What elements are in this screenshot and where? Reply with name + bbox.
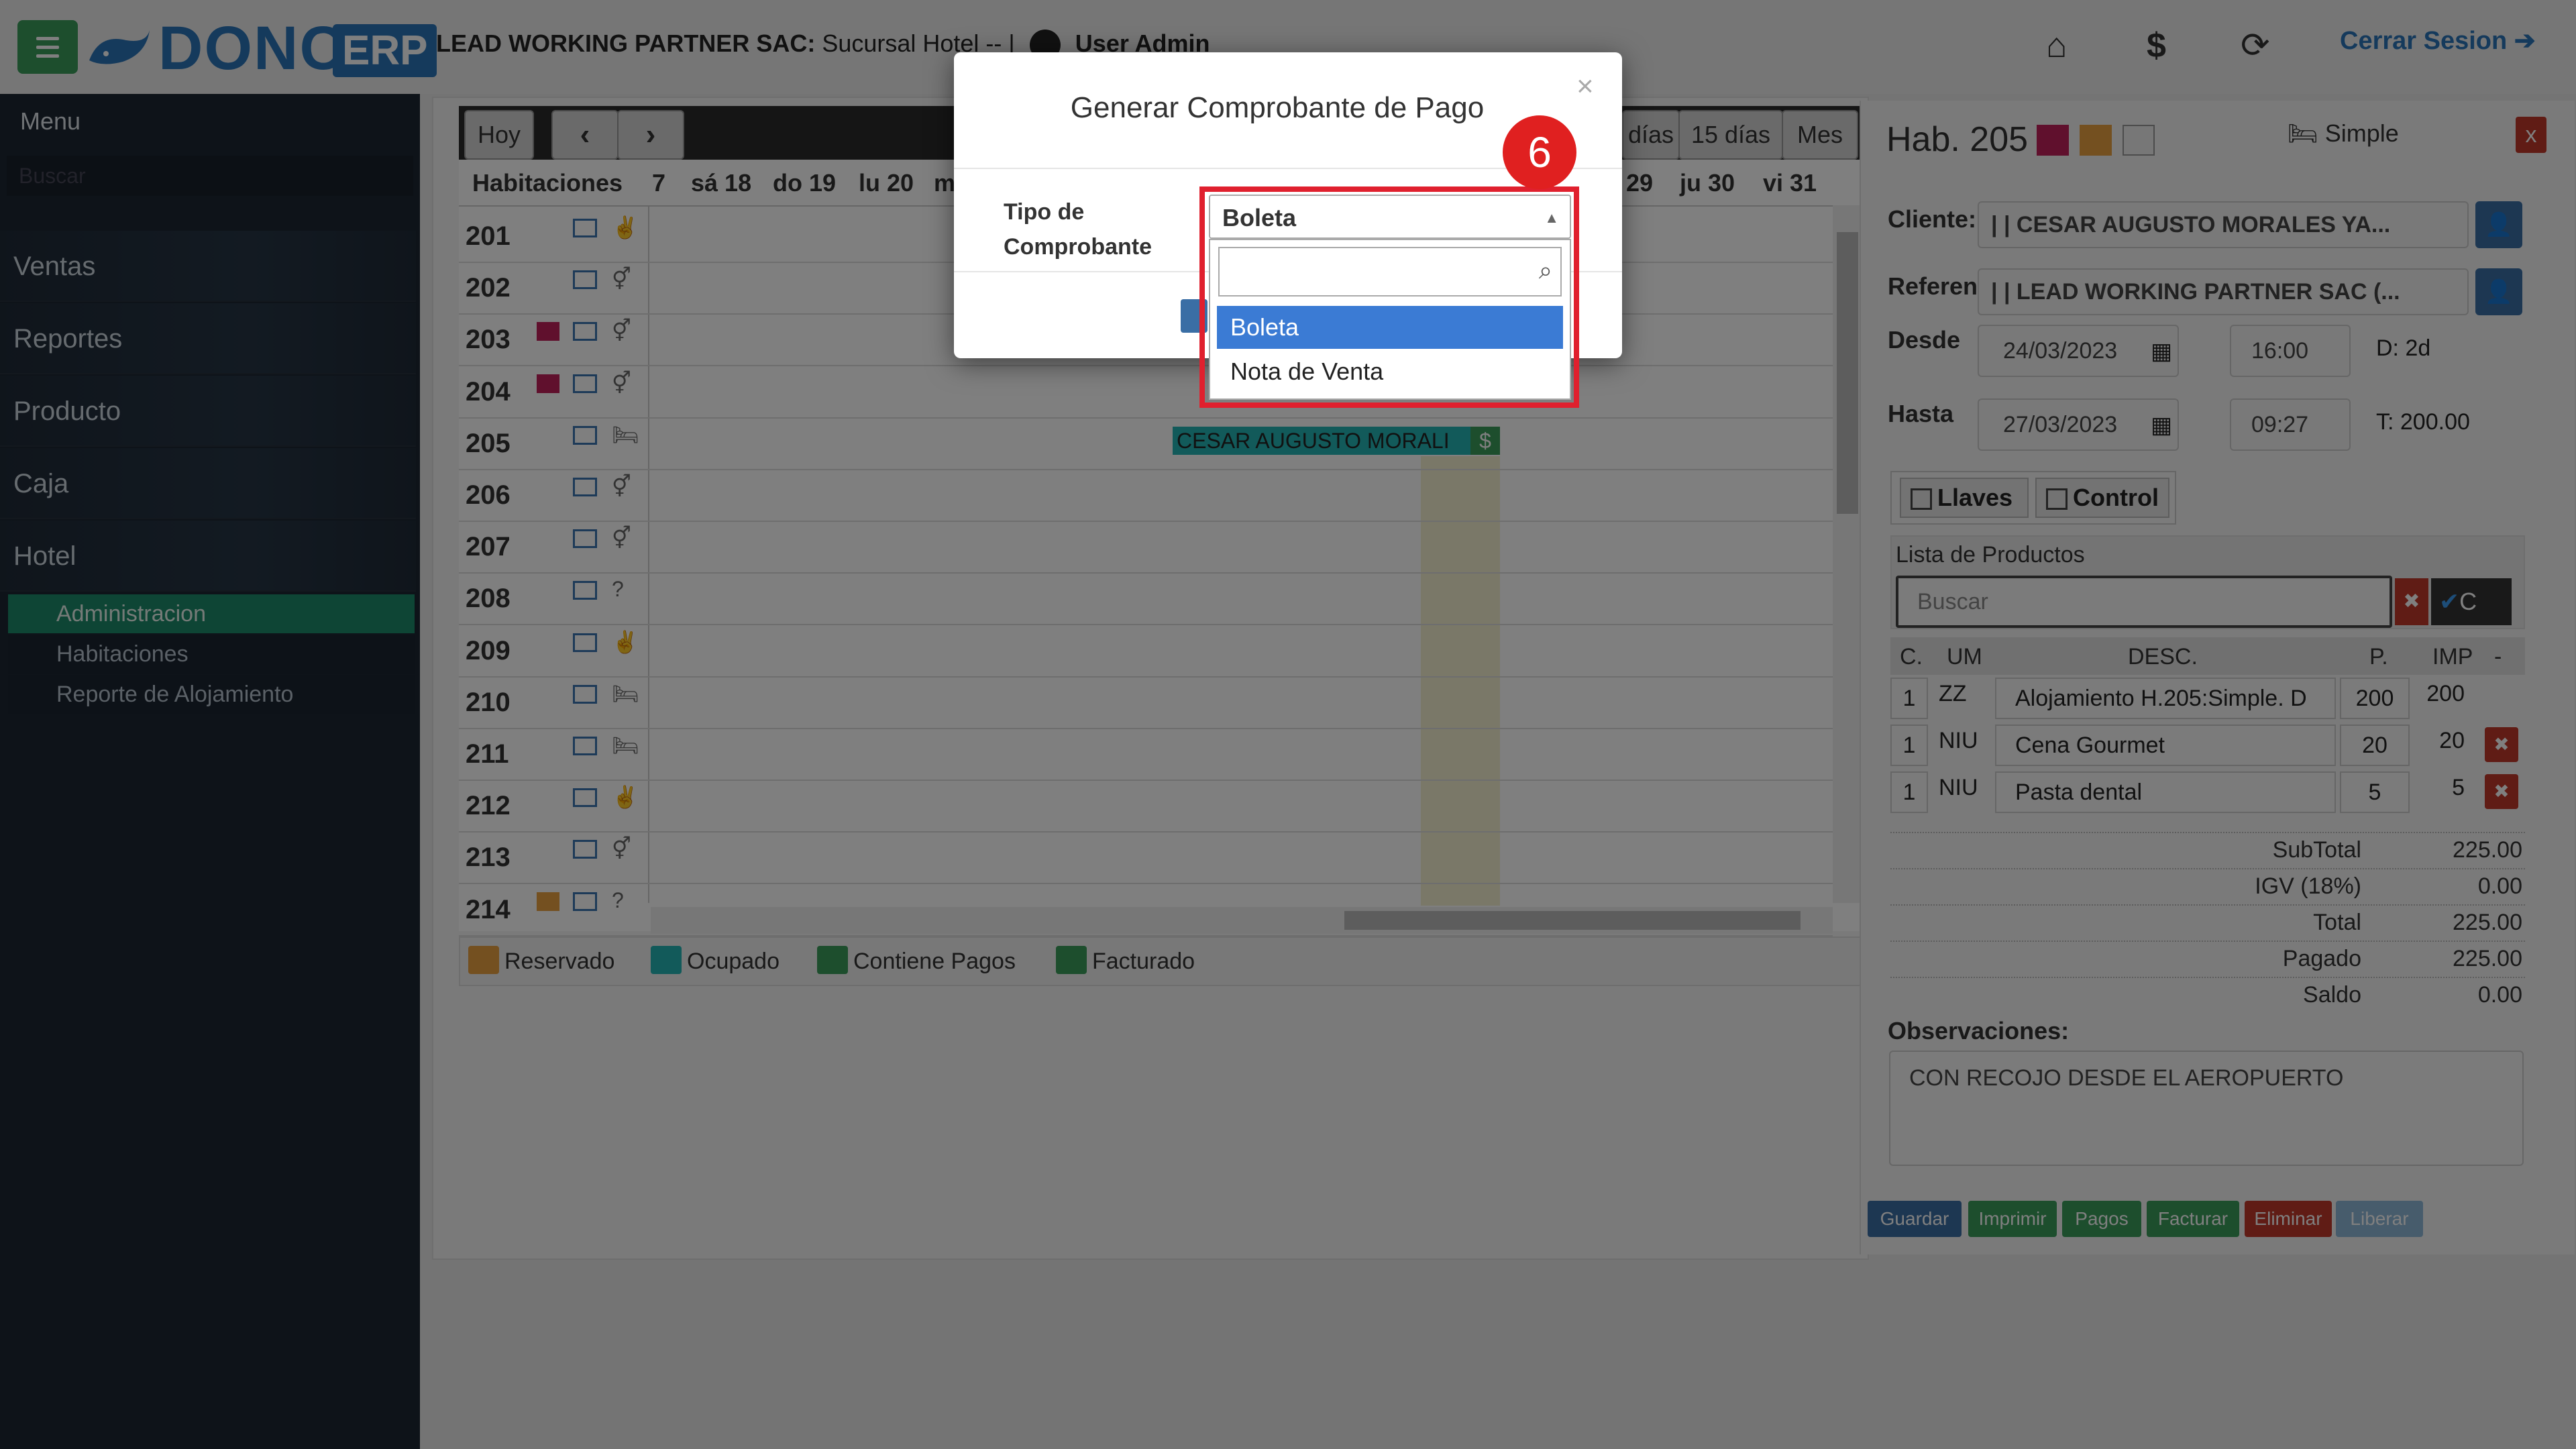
- voucher-type-label-line1: Tipo de: [1004, 199, 1085, 225]
- step-badge: 6: [1503, 115, 1576, 189]
- voucher-type-label: Tipo de Comprobante: [1004, 195, 1152, 264]
- voucher-type-label-line2: Comprobante: [1004, 234, 1152, 260]
- modal-title: Generar Comprobante de Pago: [1070, 91, 1485, 124]
- highlight-box: [1199, 186, 1579, 408]
- modal-close-icon[interactable]: ×: [1576, 70, 1594, 103]
